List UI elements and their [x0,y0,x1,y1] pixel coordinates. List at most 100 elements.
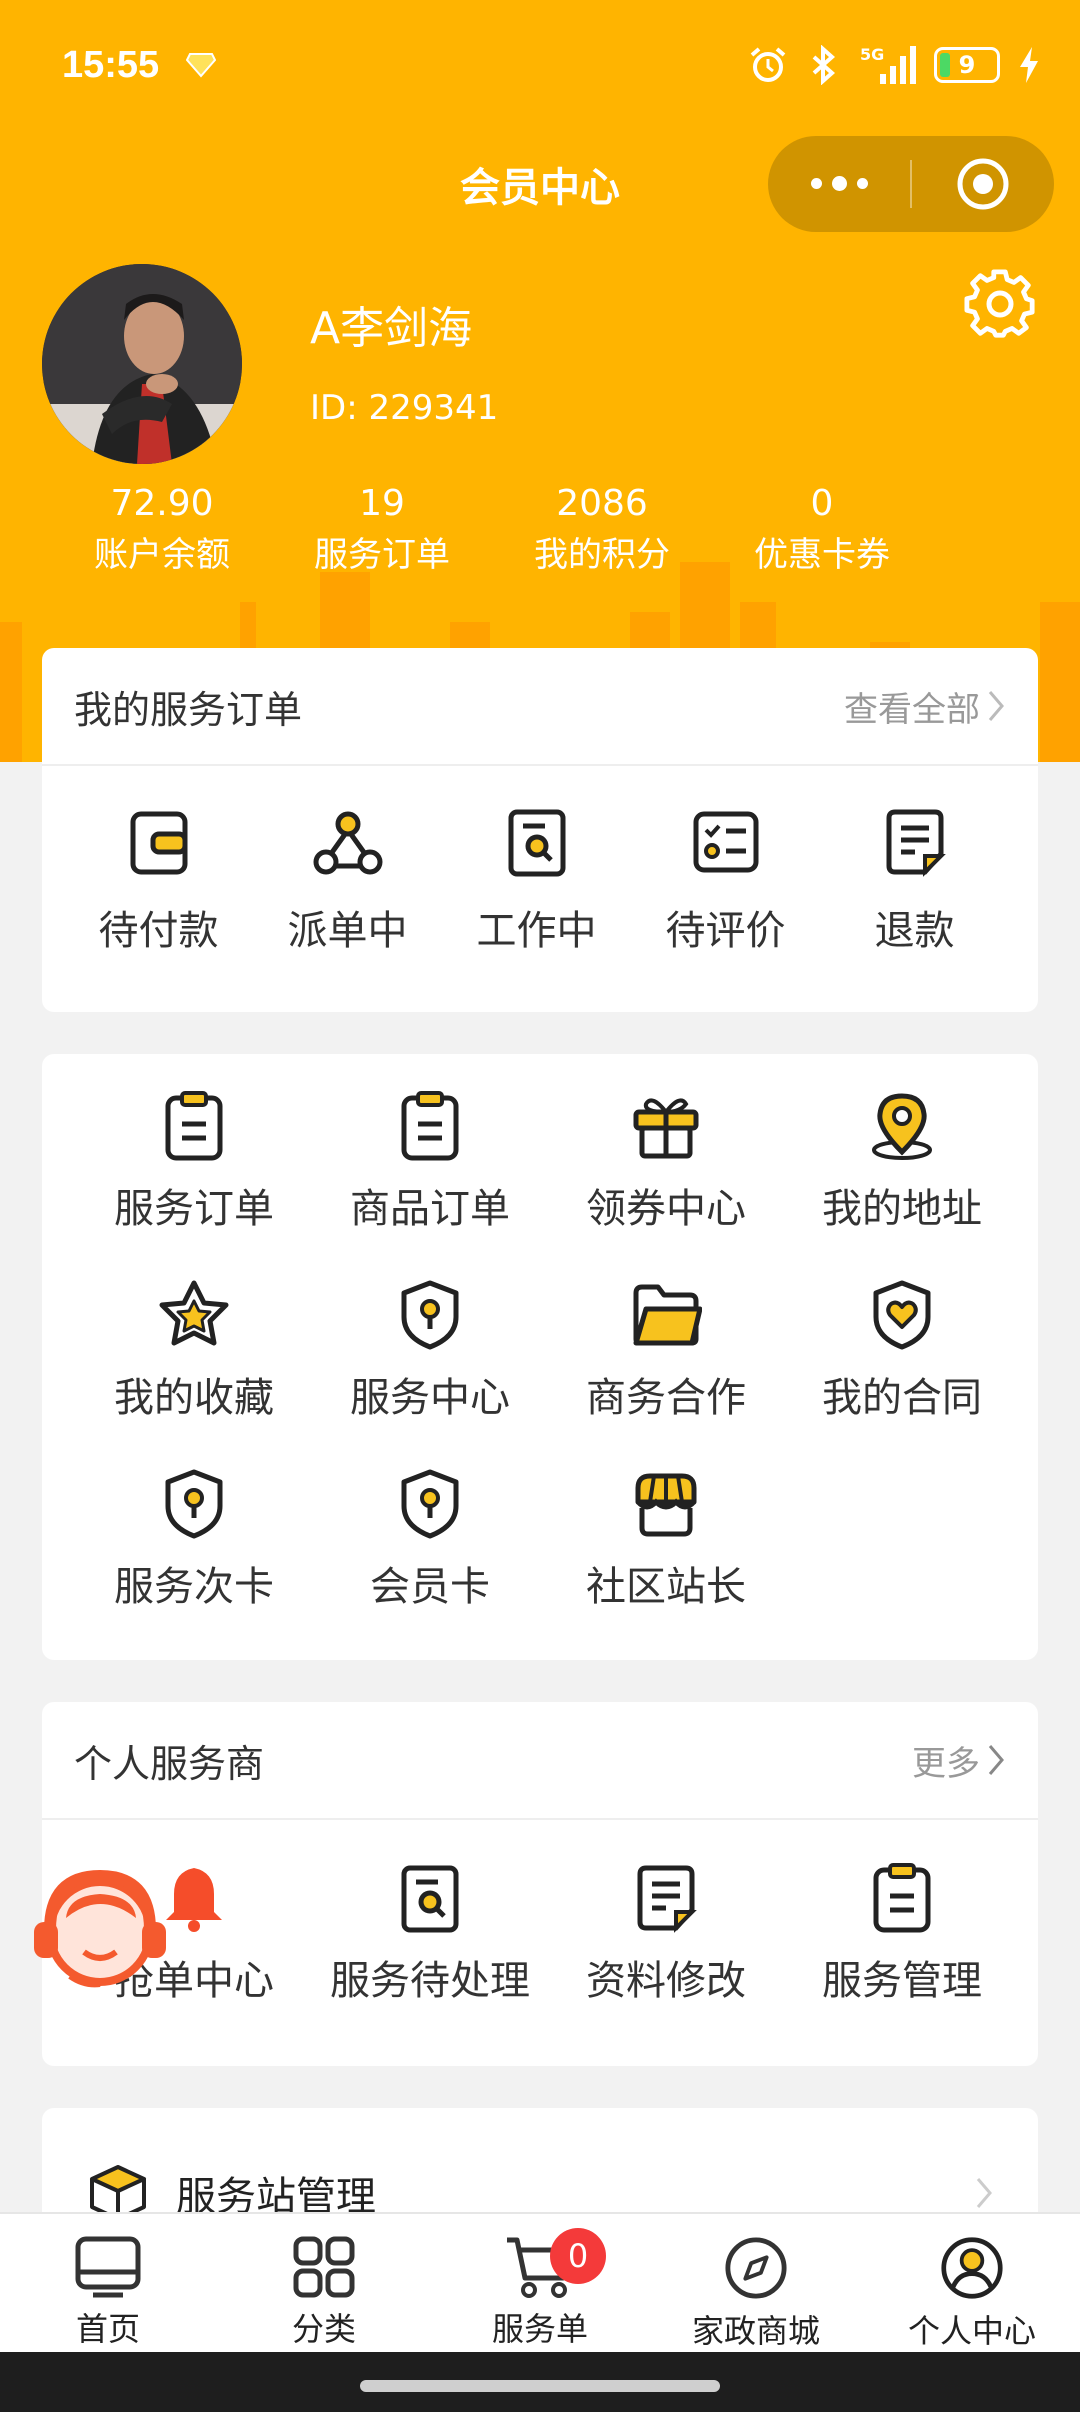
card-header: 我的服务订单 查看全部 [42,648,1038,766]
more-label: 更多 [912,1743,980,1784]
clipboard-icon [401,1091,459,1161]
chevron-right-icon [988,691,1004,721]
stat-coupons[interactable]: 0 优惠卡券 [712,478,932,580]
more-dots-icon [810,177,822,189]
provider-pending-services[interactable]: 服务待处理 [312,1862,548,2051]
store-icon [635,1473,697,1537]
tab-label: 分类 [291,2310,356,2348]
stat-balance[interactable]: 72.90 账户余额 [52,478,272,580]
grid-label: 商务合作 [586,1375,746,1421]
charging-icon [1020,47,1038,83]
gear-icon[interactable] [964,268,1036,340]
order-dispatching[interactable]: 派单中 [253,806,442,956]
grid-my-address[interactable]: 我的地址 [784,1090,1020,1279]
tab-label: 个人中心 [907,2312,1036,2350]
grid-label: 商品订单 [350,1186,510,1232]
view-all-label: 查看全部 [844,689,980,730]
grid-label: 服务订单 [114,1186,274,1232]
grid-label: 服务次卡 [114,1564,274,1610]
more-link[interactable]: 更多 [912,1736,1006,1785]
close-button[interactable] [912,156,1054,212]
grid-service-pass[interactable]: 服务次卡 [76,1468,312,1657]
grid-service-center[interactable]: 服务中心 [312,1279,548,1468]
tab-label: 服务单 [491,2310,588,2348]
tab-category[interactable]: 分类 [216,2214,432,2352]
tab-label: 首页 [75,2310,140,2348]
order-refund[interactable]: 退款 [820,806,1009,956]
tab-home[interactable]: 首页 [0,2214,216,2352]
tab-service-cart[interactable]: 0 服务单 [432,2214,648,2352]
stat-label: 账户余额 [94,535,230,575]
grid-label: 服务待处理 [330,1958,530,2004]
grid-icon [293,2236,355,2298]
alarm-icon [750,47,786,82]
status-bar: 15:55 5G 9 [0,0,1080,140]
target-icon [957,158,1009,210]
customer-service-icon[interactable] [30,1860,170,2000]
diamond-icon [186,53,216,78]
card-header: 个人服务商 更多 [42,1702,1038,1820]
username: A李剑海 [310,303,473,354]
user-icon [941,2237,1003,2299]
order-in-progress[interactable]: 工作中 [442,806,631,956]
bottom-tab-bar: 首页 分类 0 服务单 家政商城 个人中心 [0,2212,1080,2352]
order-status-label: 退款 [874,908,955,954]
grid-label: 领券中心 [586,1186,746,1232]
shield-pin-icon [401,1469,459,1539]
user-id: ID: 229341 [310,388,499,428]
grid-product-orders[interactable]: 商品订单 [312,1090,548,1279]
grid-coupon-center[interactable]: 领券中心 [548,1090,784,1279]
search-doc-icon [508,809,565,877]
shield-pin-icon [401,1280,459,1350]
mini-program-capsule [768,136,1054,232]
more-button[interactable] [768,175,910,191]
grid-label: 资料修改 [586,1958,746,2004]
view-all-link[interactable]: 查看全部 [844,682,1006,731]
account-stats: 72.90 账户余额 19 服务订单 2086 我的积分 0 优惠卡券 [52,478,932,580]
signal-icon: 5G [860,45,916,84]
provider-service-management[interactable]: 服务管理 [784,1862,1020,2051]
order-pending-payment[interactable]: 待付款 [64,806,253,956]
grid-community-manager[interactable]: 社区站长 [548,1468,784,1657]
tab-profile[interactable]: 个人中心 [864,2214,1080,2352]
stat-points[interactable]: 2086 我的积分 [492,478,712,580]
clipboard-icon [873,1863,931,1933]
compass-icon [725,2237,787,2299]
stat-service-orders[interactable]: 19 服务订单 [272,478,492,580]
battery-indicator: 9 [934,47,1000,83]
order-pending-review[interactable]: 待评价 [631,806,820,956]
clipboard-icon [165,1091,223,1161]
stat-label: 服务订单 [314,535,450,575]
stat-value: 19 [359,483,405,524]
home-tv-icon [75,2236,141,2298]
grid-member-card[interactable]: 会员卡 [312,1468,548,1657]
stat-value: 2086 [556,483,648,524]
order-status-label: 待付款 [98,908,219,954]
grid-service-orders[interactable]: 服务订单 [76,1090,312,1279]
shield-pin-icon [165,1469,223,1539]
avatar[interactable] [42,264,242,464]
provider-edit-profile[interactable]: 资料修改 [548,1862,784,2051]
search-doc-icon [401,1865,459,1933]
home-indicator[interactable] [360,2380,720,2392]
grid-label: 社区站长 [586,1564,746,1610]
order-status-label: 工作中 [476,908,597,954]
stat-value: 0 [810,483,834,524]
grid-my-contracts[interactable]: 我的合同 [784,1279,1020,1468]
stat-value: 72.90 [110,483,214,524]
cart-count-badge: 0 [550,2228,606,2284]
gift-icon [633,1098,699,1159]
network-type: 5G [860,45,884,64]
grid-label: 服务管理 [822,1958,982,2004]
tab-label: 家政商城 [691,2312,820,2350]
folder-icon [633,1284,702,1346]
chevron-right-icon [988,1745,1004,1775]
wallet-icon [130,811,187,875]
refund-doc-icon [886,809,946,877]
edit-doc-icon [637,1865,697,1933]
system-navigation-bar [0,2352,1080,2412]
card-title: 个人服务商 [74,1741,265,1786]
grid-business-cooperation[interactable]: 商务合作 [548,1279,784,1468]
grid-my-favorites[interactable]: 我的收藏 [76,1279,312,1468]
tab-mall[interactable]: 家政商城 [648,2214,864,2352]
